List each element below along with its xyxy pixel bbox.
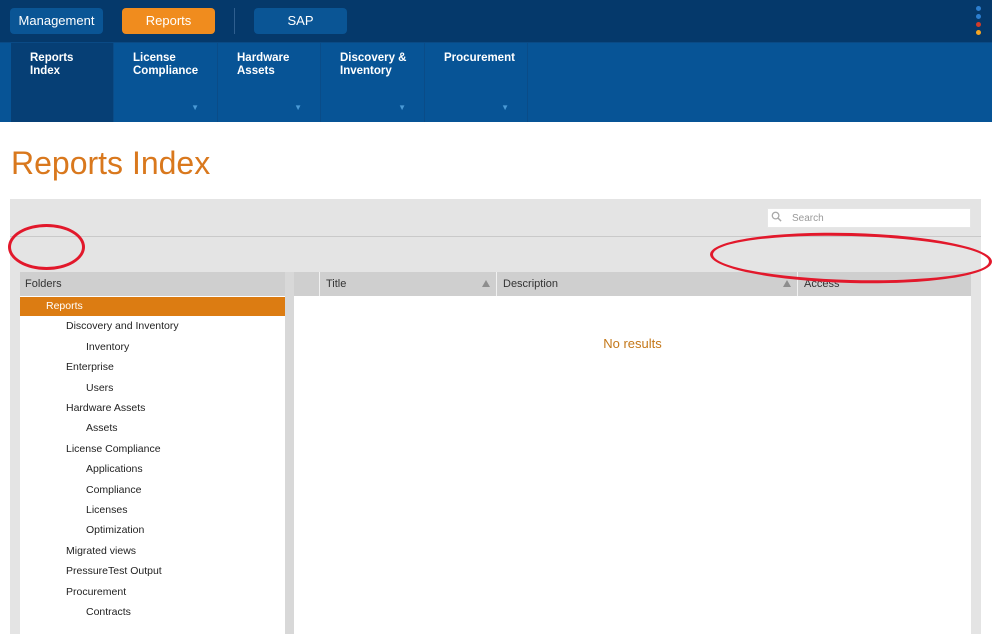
search-box[interactable] <box>767 208 971 228</box>
folder-item-label: Inventory <box>86 340 130 353</box>
column-description-label: Description <box>503 278 559 290</box>
nav-label-line1: Reports <box>30 52 74 64</box>
app-menu-icon[interactable] <box>976 6 981 40</box>
folder-item-label: Users <box>86 381 114 394</box>
nav-hardware-assets[interactable]: Hardware Assets ▼ <box>218 43 321 122</box>
nav-label-line2: Index <box>30 65 61 77</box>
folder-item-label: Contracts <box>86 606 131 618</box>
search-icon <box>771 211 782 222</box>
sort-asc-icon[interactable] <box>783 280 791 287</box>
folders-header: Folders <box>20 272 285 296</box>
folder-item-label: Licenses <box>86 504 128 516</box>
folder-item[interactable]: Contracts <box>20 603 285 622</box>
top-bar-divider <box>234 8 235 34</box>
folder-item[interactable]: Enterprise <box>20 358 285 377</box>
nav-license-compliance[interactable]: License Compliance ▼ <box>114 43 218 122</box>
column-description[interactable]: Description <box>497 272 797 296</box>
folder-item[interactable]: Licenses <box>20 501 285 520</box>
folder-item[interactable]: Procurement <box>20 583 285 602</box>
nav-label-line1: License <box>133 52 176 64</box>
folder-item-label: License Compliance <box>66 442 161 455</box>
folder-item-label: Applications <box>86 463 143 476</box>
chevron-down-icon[interactable]: ▼ <box>501 101 509 114</box>
management-button[interactable]: Management <box>10 8 103 34</box>
page-title: Reports Index <box>11 145 211 181</box>
folder-item-label: Assets <box>86 422 118 435</box>
folders-tree: Reports Discovery and Inventory Inventory E… <box>20 296 285 634</box>
folder-item[interactable]: Discovery and Inventory <box>20 317 285 336</box>
folder-item-label: Reports <box>46 300 83 312</box>
menu-dot <box>976 22 981 27</box>
folder-item[interactable]: Reports <box>20 297 285 316</box>
search-input[interactable] <box>792 211 962 225</box>
nav-label-line1: Hardware <box>237 52 290 64</box>
chevron-down-icon[interactable]: ▼ <box>191 101 199 114</box>
sort-asc-icon[interactable] <box>482 280 490 287</box>
reports-button[interactable]: Reports <box>122 8 215 34</box>
nav-label-line2: Compliance <box>133 65 199 77</box>
folder-item-label: Migrated views <box>66 544 137 557</box>
folder-item[interactable]: Users <box>20 379 285 398</box>
nav-procurement[interactable]: Procurement ▼ <box>425 43 528 122</box>
column-title-label: Title <box>326 278 347 290</box>
menu-dot <box>976 14 981 19</box>
nav-label-line2: Assets <box>237 65 275 77</box>
nav-label-line1: Discovery & <box>340 52 407 64</box>
chevron-down-icon[interactable]: ▼ <box>398 101 406 114</box>
folder-item[interactable]: PressureTest Output <box>20 562 285 581</box>
folder-item[interactable]: Hardware Assets <box>20 399 285 418</box>
folder-item-label: Procurement <box>66 585 127 598</box>
folder-item[interactable]: License Compliance <box>20 440 285 459</box>
folder-item-label: Compliance <box>86 483 142 496</box>
empty-state-text: No results <box>603 336 662 351</box>
chevron-down-icon[interactable]: ▼ <box>294 101 302 114</box>
folder-item[interactable]: Migrated views <box>20 542 285 561</box>
folder-item-label: Optimization <box>86 524 145 537</box>
folder-item-label: Enterprise <box>66 361 114 374</box>
folder-item-label: Discovery and Inventory <box>66 320 179 333</box>
select-column[interactable] <box>294 272 319 296</box>
folder-item-label: Hardware Assets <box>66 402 146 414</box>
nav-label-line2: Inventory <box>340 65 392 77</box>
folders-scrollbar[interactable] <box>285 272 294 634</box>
folder-item[interactable]: Optimization <box>20 521 285 540</box>
nav-discovery-inventory[interactable]: Discovery & Inventory ▼ <box>321 43 425 122</box>
nav-reports-index[interactable]: Reports Index <box>11 43 114 122</box>
folder-item[interactable]: Applications <box>20 460 285 479</box>
menu-dot <box>976 6 981 11</box>
results-grid: No results <box>294 296 971 634</box>
nav-label-line1: Procurement <box>444 52 515 64</box>
folder-item[interactable]: Inventory <box>20 338 285 357</box>
folder-item-label: PressureTest Output <box>66 565 162 578</box>
top-bar: Management Reports SAP <box>0 0 992 42</box>
folder-item[interactable]: Assets <box>20 419 285 438</box>
secondary-nav: Reports Index License Compliance ▼ Hardw… <box>0 42 992 122</box>
folder-item[interactable]: Compliance <box>20 481 285 500</box>
menu-dot <box>976 30 981 35</box>
sap-button[interactable]: SAP <box>254 8 347 34</box>
column-title[interactable]: Title <box>320 272 496 296</box>
annotation-circle <box>8 224 85 270</box>
